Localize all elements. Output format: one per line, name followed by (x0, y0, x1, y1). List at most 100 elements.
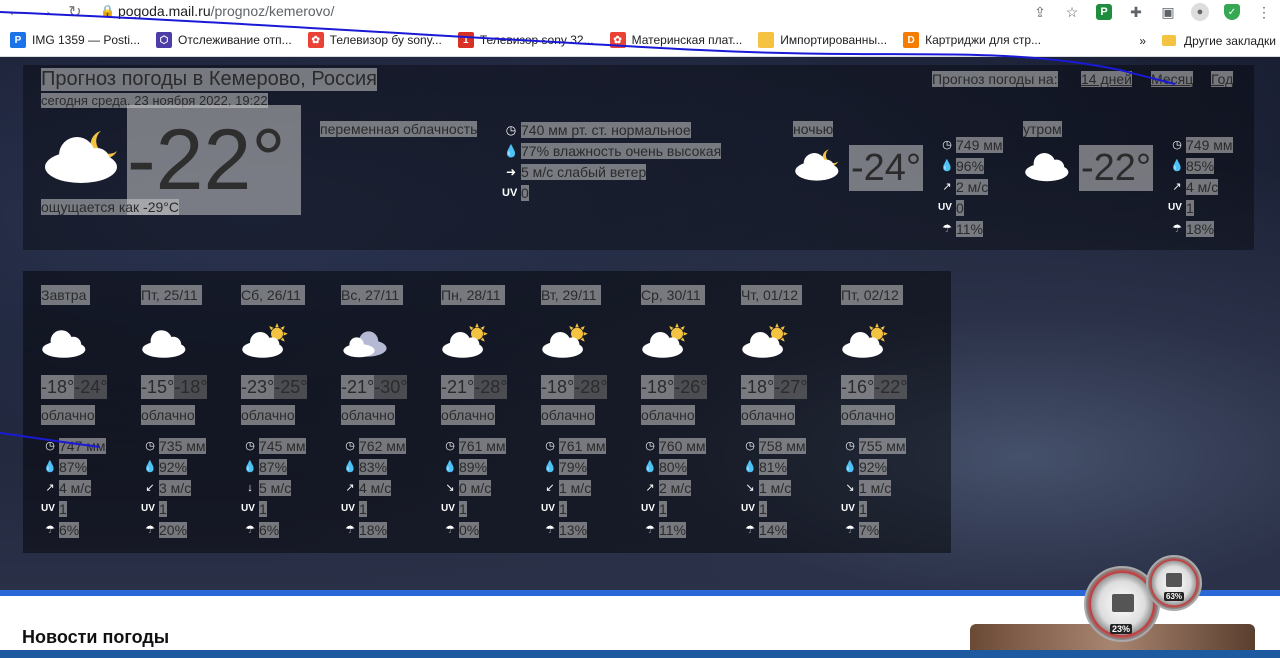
day-max-temp: -21° (441, 375, 475, 399)
day-precip-row: ☂ 6% (41, 519, 137, 540)
day-name: Пн, 28/11 (441, 285, 505, 305)
cpu-percent: 23% (1110, 624, 1133, 634)
side-panel-icon[interactable]: ▣ (1152, 0, 1184, 24)
part-pressure-row: ◷ 749 мм (938, 134, 1003, 155)
back-icon[interactable]: ← (0, 0, 30, 24)
day-pressure-value: 745 мм (259, 437, 306, 454)
drop-icon: 💧 (1170, 160, 1184, 172)
lock-icon[interactable]: 🔒 (100, 4, 118, 18)
memory-meter-gadget[interactable]: 63% (1146, 555, 1202, 611)
uv-label: UV (141, 503, 155, 514)
extension-p-icon[interactable]: P (1088, 0, 1120, 24)
link-14-days[interactable]: 14 дней (1081, 71, 1132, 87)
forecast-day[interactable]: Завтра -18° -24° облачно ◷ 747 мм 💧 87% ↗ 4 м/с UV… (41, 285, 137, 540)
uv-label: UV (841, 503, 855, 514)
day-precip-row: ☂ 13% (541, 519, 637, 540)
day-uv-value: 1 (359, 500, 367, 517)
day-min-temp: -26° (674, 375, 708, 399)
gauge-icon: ◷ (645, 440, 655, 452)
day-wind-value: 4 м/с (359, 479, 392, 496)
day-max-temp: -18° (641, 375, 675, 399)
uv-label: UV (741, 503, 755, 514)
star-icon[interactable]: ☆ (1056, 0, 1088, 24)
other-bookmarks[interactable]: Другие закладки (1184, 34, 1276, 48)
address-bar[interactable]: 🔒 pogoda.mail.ru/prognoz/kemerovo/ (100, 0, 1040, 22)
share-icon[interactable]: ⇪ (1024, 0, 1056, 24)
day-wind-value: 4 м/с (59, 479, 92, 496)
forecast-day[interactable]: Ср, 30/11 -18° -26° облачно ◷ 760 мм 💧 80% ↗ 2 м/… (641, 285, 737, 540)
profile-avatar-icon[interactable]: ● (1184, 0, 1216, 24)
forecast-day[interactable]: Вс, 27/11 -21° -30° облачно ◷ 762 мм 💧 83% ↗ 4 м/… (341, 285, 437, 540)
part-wind-value: 4 м/с (1186, 178, 1219, 195)
menu-dots-icon[interactable]: ⋮ (1248, 0, 1280, 24)
bookmark-item[interactable]: P IMG 1359 — Posti... (10, 32, 140, 48)
link-month[interactable]: Месяц (1151, 71, 1194, 87)
bookmark-item[interactable]: ⬡ Отслеживание отп... (156, 32, 292, 48)
day-min-temp: -27° (774, 375, 808, 399)
bookmark-label: Импортированны... (780, 33, 888, 47)
weather-page: Прогноз погоды в Кемерово, Россия сегодн… (0, 57, 1280, 658)
day-precip-value: 0% (459, 521, 480, 538)
part-wind-row: ↗ 4 м/с (1168, 176, 1219, 197)
folder-icon (1162, 35, 1177, 46)
forecast-day[interactable]: Пн, 28/11 -21° -28° облачно ◷ 761 мм 💧 89% ↘ 0 м/… (441, 285, 537, 540)
moon-cloud-icon (43, 127, 123, 192)
bookmark-item[interactable]: ✿ Телевизор бу sony... (307, 32, 442, 48)
gauge-icon: ◷ (345, 440, 355, 452)
day-condition: облачно (741, 405, 795, 425)
drop-icon: 💧 (503, 144, 519, 158)
day-pressure-value: 747 мм (59, 437, 106, 454)
day-condition: облачно (841, 405, 895, 425)
umbrella-icon: ☂ (445, 524, 455, 536)
grey-cloud-icon (341, 323, 437, 358)
wind-arrow-icon: ↓ (247, 481, 253, 494)
day-humidity-value: 80% (659, 458, 688, 475)
day-humidity-row: 💧 87% (41, 456, 137, 477)
forecast-day[interactable]: Пт, 02/12 -16° -22° облачно ◷ 755 мм 💧 92% ↘ 1 м/… (841, 285, 937, 540)
drop-icon: 💧 (243, 461, 257, 473)
forward-icon[interactable]: → (30, 0, 60, 24)
part-precip-value: 11% (956, 220, 983, 237)
gauge-icon: ◷ (445, 440, 455, 452)
day-precip-value: 6% (259, 521, 280, 538)
wind-arrow-icon: ↗ (645, 482, 655, 494)
sun-cloud-icon (441, 323, 537, 358)
day-humidity-value: 92% (159, 458, 188, 475)
reload-icon[interactable]: ↻ (60, 0, 90, 24)
day-humidity-value: 89% (459, 458, 488, 475)
day-condition: облачно (641, 405, 695, 425)
uv-label: UV (1168, 202, 1182, 213)
day-wind-value: 5 м/с (259, 479, 292, 496)
day-precip-row: ☂ 11% (641, 519, 737, 540)
day-name: Пт, 25/11 (141, 285, 202, 305)
more-bookmarks-icon[interactable]: » (1139, 34, 1146, 48)
forecast-day[interactable]: Чт, 01/12 -18° -27° облачно ◷ 758 мм 💧 81% ↘ 1 м/… (741, 285, 837, 540)
extensions-puzzle-icon[interactable]: ✚ (1120, 0, 1152, 24)
shield-check-icon[interactable]: ✓ (1216, 0, 1248, 24)
bookmark-item[interactable]: 1 Телевизор sony 32... (457, 32, 594, 48)
day-name: Сб, 26/11 (241, 285, 305, 305)
day-precip-value: 6% (59, 521, 80, 538)
drop-icon: 💧 (443, 461, 457, 473)
forecast-day[interactable]: Вт, 29/11 -18° -28° облачно ◷ 761 мм 💧 79% ↙ 1 м/… (541, 285, 637, 540)
forecast-day[interactable]: Пт, 25/11 -15° -18° облачно ◷ 735 мм 💧 92% ↙ 3 м/… (141, 285, 237, 540)
day-precip-row: ☂ 18% (341, 519, 437, 540)
bookmark-item[interactable]: D Картриджи для стр... (903, 32, 1041, 48)
part-humidity-value: 96% (956, 157, 985, 174)
day-name: Завтра (41, 285, 91, 305)
forecast-day[interactable]: Сб, 26/11 -23° -25° облачно ◷ 745 мм 💧 87% ↓ 5 м/… (241, 285, 337, 540)
day-uv-row: UV 1 (41, 498, 137, 519)
wind-arrow-icon: ↘ (445, 482, 455, 494)
umbrella-icon: ☂ (45, 524, 55, 536)
link-year[interactable]: Год (1211, 71, 1234, 87)
umbrella-icon: ☂ (245, 524, 255, 536)
day-max-temp: -15° (141, 375, 175, 399)
day-name: Чт, 01/12 (741, 285, 803, 305)
drop-icon: 💧 (940, 160, 954, 172)
day-humidity-row: 💧 79% (541, 456, 637, 477)
bookmark-item[interactable]: ✿ Материнская плат... (609, 32, 742, 48)
bookmark-item[interactable]: Импортированны... (758, 32, 887, 48)
wind-row: ➜ 5 м/с слабый ветер (502, 162, 647, 182)
day-condition: облачно (241, 405, 295, 425)
day-pressure-value: 758 мм (759, 437, 806, 454)
